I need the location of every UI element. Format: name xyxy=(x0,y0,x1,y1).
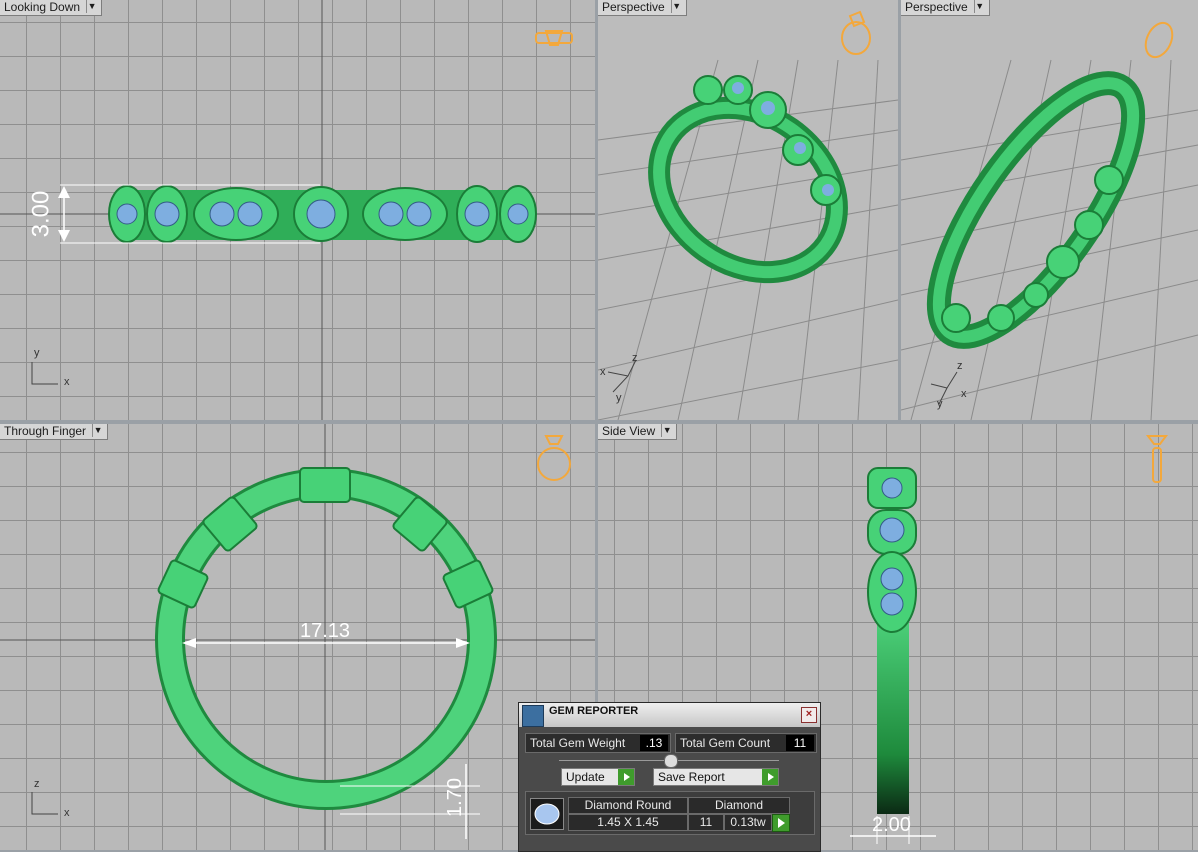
dimension-thickness-label: 1.70 xyxy=(443,778,466,817)
total-gem-weight-field: Total Gem Weight .13 xyxy=(525,733,671,753)
orientation-gizmo-icon xyxy=(1144,21,1174,59)
orientation-gizmo-icon xyxy=(537,435,571,481)
total-gem-weight-value: .13 xyxy=(640,735,668,751)
total-gem-weight-label: Total Gem Weight xyxy=(530,736,626,750)
save-report-button[interactable]: Save Report xyxy=(653,768,779,786)
total-gem-count-label: Total Gem Count xyxy=(680,736,771,750)
gem-weight-cell: 0.13tw xyxy=(724,814,772,831)
ring-perspective-view xyxy=(598,10,898,420)
gem-reporter-icon xyxy=(522,705,544,727)
collapse-handle-icon[interactable] xyxy=(664,754,678,768)
axis-z-label: z xyxy=(957,360,963,372)
update-button-label: Update xyxy=(566,770,605,784)
total-gem-count-value: 11 xyxy=(786,735,814,751)
ring-shank xyxy=(877,614,909,814)
viewport-looking-down[interactable]: Looking Down ▼ y x 3.00 xyxy=(0,0,595,420)
gem-reporter-titlebar[interactable]: GEM REPORTER × xyxy=(519,703,820,727)
save-report-button-label: Save Report xyxy=(658,770,725,784)
gem-play-button[interactable] xyxy=(772,814,790,832)
gem-material-cell: Diamond xyxy=(688,797,790,814)
dimension-width-label: 3.00 xyxy=(27,190,55,238)
orientation-gizmo-icon xyxy=(841,10,871,55)
ring-front-view xyxy=(0,424,595,850)
gem-cut-cell: Diamond Round xyxy=(568,797,688,814)
total-gem-count-field: Total Gem Count 11 xyxy=(675,733,817,753)
update-button[interactable]: Update xyxy=(561,768,635,786)
viewport-perspective-2[interactable]: Perspective ▼ z x y xyxy=(901,0,1198,420)
orientation-gizmo-icon xyxy=(535,30,573,46)
dimension-width-label: 2.00 xyxy=(872,814,911,836)
dimension-diameter-label: 17.13 xyxy=(300,620,351,642)
close-button[interactable]: × xyxy=(801,707,817,723)
gem-list-item[interactable]: Diamond Round Diamond 1.45 X 1.45 11 0.1… xyxy=(525,791,815,835)
axis-z-label: z xyxy=(632,352,638,364)
viewport-perspective-1[interactable]: Perspective ▼ z x y xyxy=(598,0,898,420)
axis-x-label: x xyxy=(64,376,70,388)
axis-x-label: x xyxy=(64,807,70,819)
gem-reporter-panel: GEM REPORTER × Total Gem Weight .13 Tota… xyxy=(518,702,821,852)
ring-perspective-view xyxy=(901,21,1198,420)
axis-z-label: z xyxy=(34,778,40,790)
axis-x-label: x xyxy=(600,366,606,378)
gem-count-cell: 11 xyxy=(688,814,724,831)
play-icon xyxy=(762,769,778,785)
axis-y-label: y xyxy=(616,392,622,404)
axis-y-label: y xyxy=(937,398,943,410)
axis-x-label: x xyxy=(961,388,967,400)
play-icon xyxy=(618,769,634,785)
orientation-gizmo-icon xyxy=(1146,435,1168,483)
ring-top-view xyxy=(0,0,595,420)
gem-size-cell: 1.45 X 1.45 xyxy=(568,814,688,831)
gem-reporter-title: GEM REPORTER xyxy=(549,705,639,717)
gem-thumbnail xyxy=(530,798,564,830)
axis-y-label: y xyxy=(34,347,40,359)
viewport-through-finger[interactable]: Through Finger ▼ z x 17.13 1.70 xyxy=(0,424,595,850)
